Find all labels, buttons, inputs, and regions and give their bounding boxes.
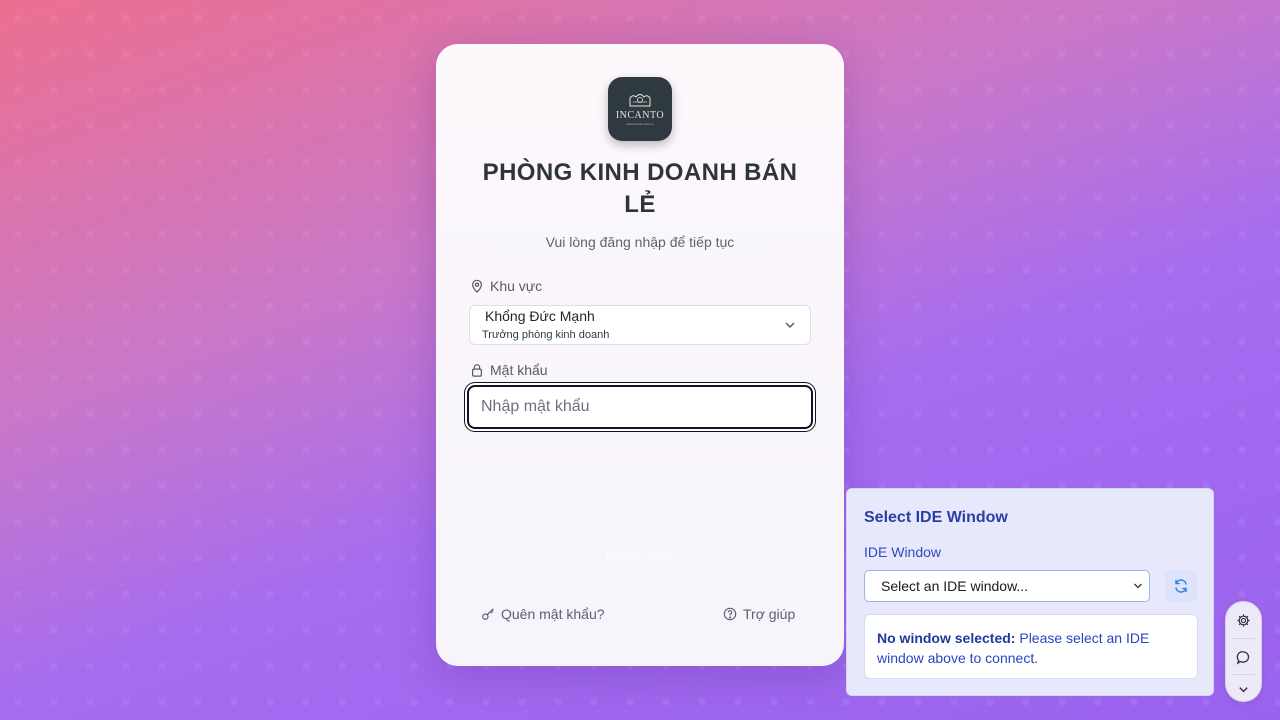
- crest-icon: [629, 94, 651, 107]
- ide-status-bold: No window selected:: [877, 630, 1016, 646]
- lock-icon: [472, 364, 482, 377]
- ide-panel-title: Select IDE Window: [864, 509, 1008, 526]
- ide-select-value: Select an IDE window...: [881, 578, 1029, 594]
- floating-toolbar: [1225, 601, 1262, 702]
- logo-website-text: www.incanto.com.vn: [626, 122, 654, 126]
- incanto-logo: INCANTO www.incanto.com.vn: [608, 77, 672, 141]
- login-card: INCANTO www.incanto.com.vn PHÒNG KINH DO…: [436, 44, 844, 666]
- collapse-button[interactable]: [1226, 673, 1261, 705]
- chat-button[interactable]: [1226, 641, 1261, 673]
- chevron-down-icon: [785, 322, 795, 328]
- area-selected-name: Khổng Đức Mạnh: [485, 308, 595, 324]
- chevron-down-icon: [1134, 583, 1142, 589]
- help-text: Trợ giúp: [743, 606, 796, 622]
- settings-button[interactable]: [1226, 604, 1261, 636]
- page-subtitle: Vui lòng đăng nhập để tiếp tục: [545, 234, 735, 250]
- chat-icon: [1236, 650, 1250, 665]
- forgot-password-text: Quên mật khẩu?: [501, 606, 605, 622]
- ide-window-select[interactable]: Select an IDE window...: [864, 570, 1150, 602]
- area-select[interactable]: Khổng Đức Mạnh Trưởng phòng kinh doanh: [469, 305, 811, 345]
- ide-window-label: IDE Window: [864, 544, 942, 560]
- help-link[interactable]: Trợ giúp: [723, 606, 795, 622]
- area-label: Khu vực: [470, 278, 542, 294]
- logo-brand-text: INCANTO: [615, 110, 665, 121]
- refresh-icon: [1175, 579, 1187, 593]
- ide-status-message: No window selected: Please select an IDE…: [864, 614, 1198, 679]
- password-input[interactable]: [467, 385, 813, 429]
- login-button[interactable]: Đăng nhập: [469, 534, 811, 576]
- refresh-button[interactable]: [1165, 570, 1197, 602]
- area-selected-role: Trưởng phòng kinh doanh: [482, 329, 610, 341]
- ide-select-panel: Select IDE Window IDE Window Select an I…: [846, 488, 1214, 696]
- forgot-password-link[interactable]: Quên mật khẩu?: [481, 606, 605, 622]
- page-title: PHÒNG KINH DOANH BÁN LẺ: [482, 159, 798, 218]
- password-label-text: Mật khẩu: [490, 362, 548, 378]
- help-circle-icon: [723, 607, 737, 621]
- map-pin-icon: [472, 279, 482, 293]
- password-label: Mật khẩu: [470, 362, 548, 378]
- toolbar-divider: [1232, 638, 1255, 639]
- chevron-down-icon: [1239, 686, 1248, 692]
- area-label-text: Khu vực: [490, 278, 543, 294]
- key-icon: [482, 608, 494, 620]
- gear-icon: [1237, 613, 1250, 627]
